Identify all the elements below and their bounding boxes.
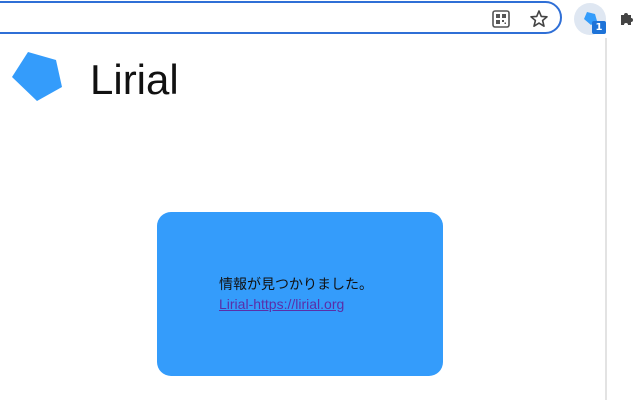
- extension-popup: Lirial 情報が見つかりました。 Lirial-https://lirial…: [0, 38, 605, 400]
- extension-badge: 1: [592, 21, 606, 34]
- info-card: 情報が見つかりました。 Lirial-https://lirial.org: [157, 212, 443, 376]
- lirial-link[interactable]: Lirial-https://lirial.org: [219, 296, 344, 312]
- brand-title: Lirial: [90, 56, 179, 103]
- browser-toolbar: 1: [0, 0, 640, 38]
- extensions-puzzle-icon[interactable]: [616, 8, 638, 30]
- address-bar[interactable]: [0, 1, 562, 34]
- bookmark-star-icon[interactable]: [528, 8, 550, 30]
- qr-code-icon[interactable]: [490, 8, 512, 30]
- browser-window: 1 Lirial 情報が見つかりました。 Lirial-https://liri…: [0, 0, 640, 400]
- popup-edge: [605, 38, 607, 400]
- info-message: 情報が見つかりました。: [219, 277, 373, 293]
- pentagon-logo-icon: [9, 49, 64, 104]
